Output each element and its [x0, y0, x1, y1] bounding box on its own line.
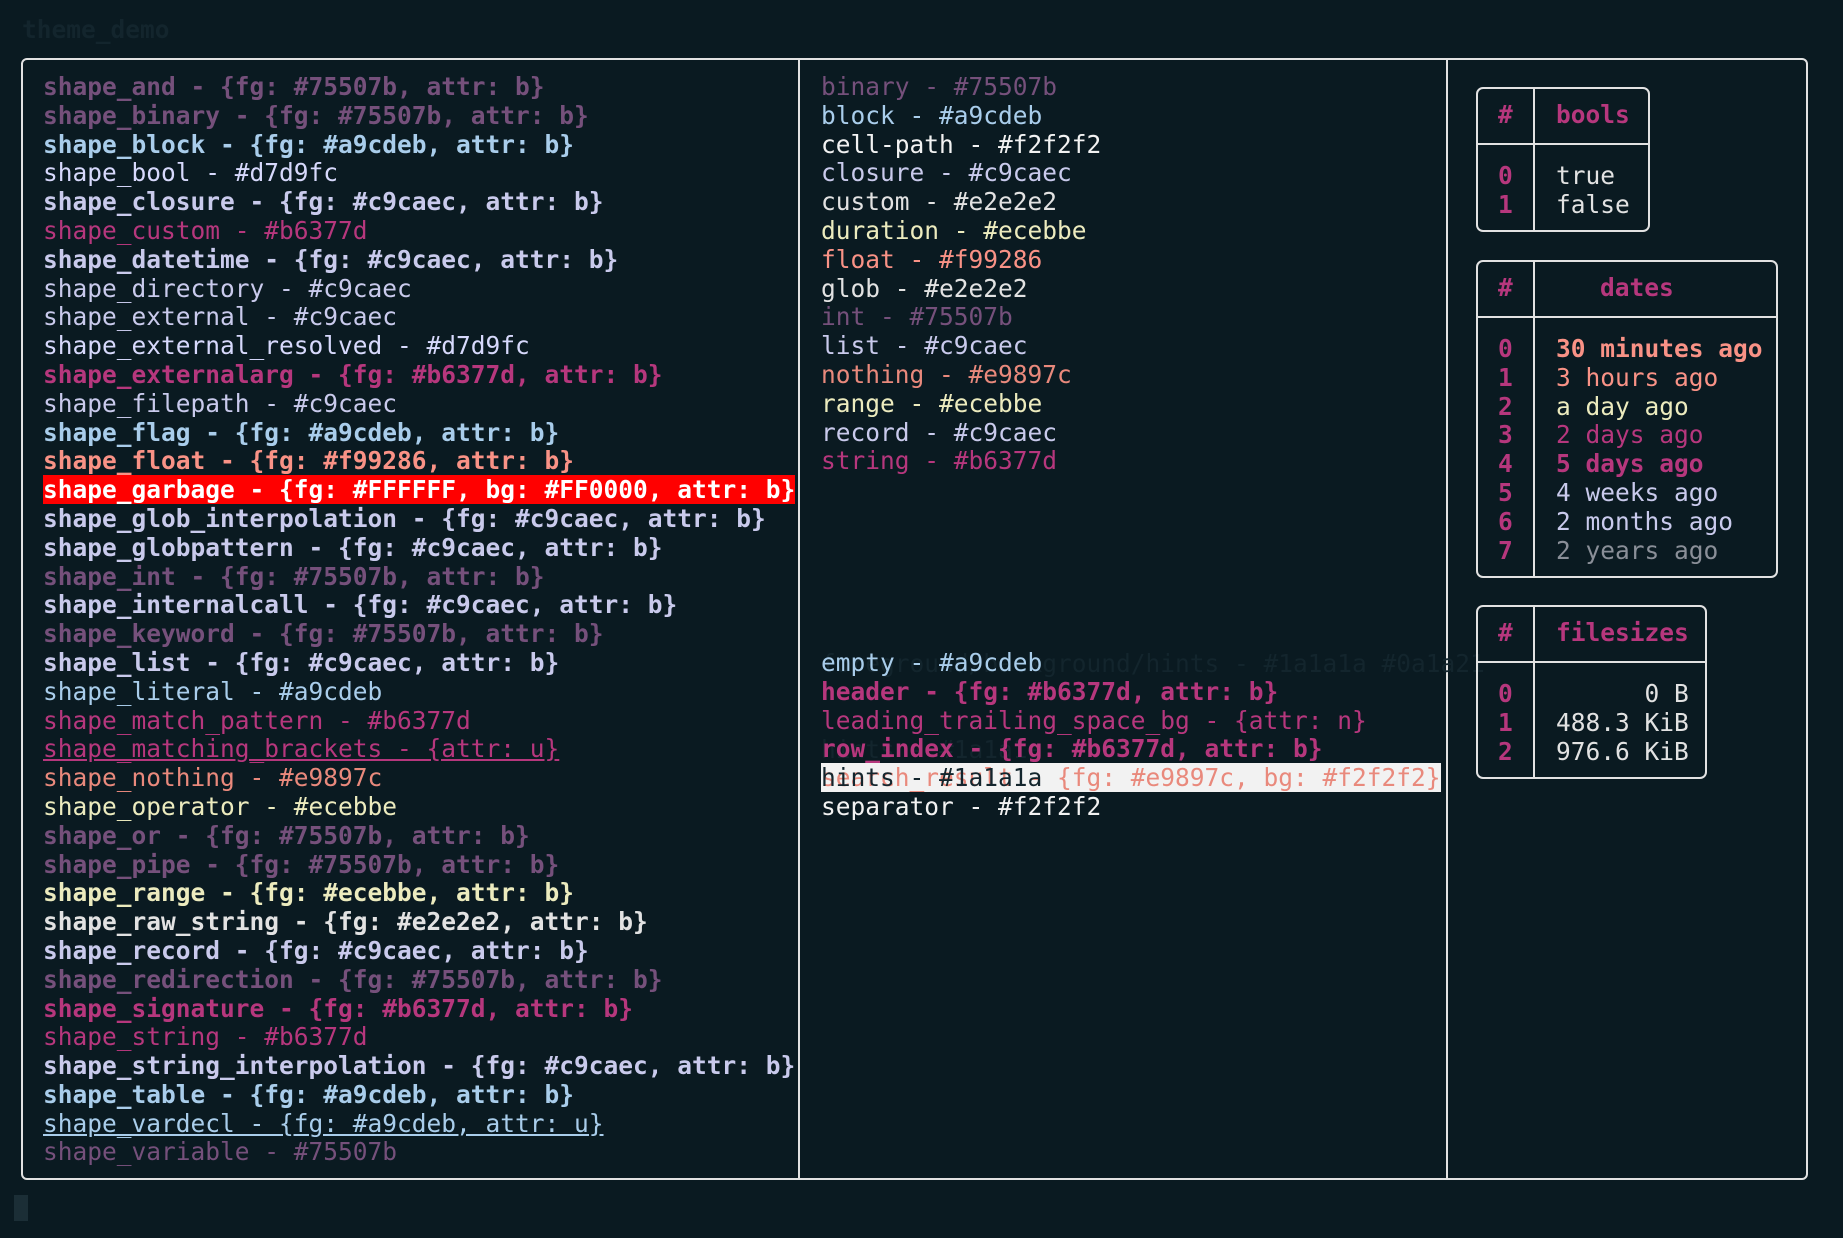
type-style-list: binary - #75507b block - #a9cdeb cell-path…: [821, 72, 1102, 476]
row-index: 7: [1498, 535, 1513, 565]
cell-value: 30 minutes ago: [1556, 334, 1763, 363]
row-index: 3: [1498, 420, 1513, 450]
hidden-hints-line: hints - #1a1a1a: [821, 762, 1043, 792]
shape-style-entry: shape_closure - {fg: #c9caec, attr: b}: [43, 187, 604, 217]
ui-style-entry: empty - #a9cdeb: [821, 648, 1043, 677]
shape-style-entry: shape_vardecl - {fg: #a9cdeb, attr: u}: [43, 1108, 604, 1138]
terminal-cursor: [14, 1195, 28, 1221]
row-index: 2: [1498, 736, 1513, 766]
shape-style-entry: shape_list - {fg: #c9caec, attr: b}: [43, 647, 560, 677]
shape-style-entry: shape_match_pattern - #b6377d: [43, 705, 471, 735]
shape-style-entry: shape_directory - #c9caec: [43, 273, 412, 303]
type-style-entry: list - #c9caec: [821, 331, 1028, 361]
shape-style-entry: shape_string_interpolation - {fg: #c9cae…: [43, 1051, 796, 1081]
type-style-entry: range - #ecebbe: [821, 388, 1043, 418]
index-header: #: [1498, 273, 1513, 302]
filesizes-header: filesizes: [1556, 618, 1689, 647]
shape-style-entry: shape_operator - #ecebbe: [43, 791, 398, 821]
row-index: 1: [1498, 190, 1513, 219]
cell-value: 2 days ago: [1556, 420, 1704, 450]
shape-style-entry: shape_float - {fg: #f99286, attr: b}: [43, 446, 575, 476]
shape-style-entry: shape_range - {fg: #ecebbe, attr: b}: [43, 878, 575, 908]
cell-value: a day ago: [1556, 391, 1689, 421]
shape-style-entry: shape_externalarg - {fg: #b6377d, attr: …: [43, 359, 663, 389]
row-index: 0: [1498, 679, 1513, 708]
cell-value: false: [1556, 190, 1630, 219]
shape-style-entry: shape_int - {fg: #75507b, attr: b}: [43, 561, 545, 591]
shape-style-entry: shape_external - #c9caec: [43, 302, 398, 332]
row-index: 2: [1498, 391, 1513, 421]
dates-header: dates: [1600, 273, 1674, 302]
shape-style-entry: shape_signature - {fg: #b6377d, attr: b}: [43, 993, 634, 1023]
index-header: #: [1498, 100, 1513, 129]
type-style-entry: closure - #c9caec: [821, 158, 1072, 188]
row-index: 0: [1498, 161, 1513, 190]
shape-style-entry: shape_or - {fg: #75507b, attr: b}: [43, 820, 530, 850]
shape-style-entry: shape_bool - #d7d9fc: [43, 158, 339, 188]
shape-style-entry: shape_nothing - #e9897c: [43, 763, 383, 793]
type-style-entry: record - #c9caec: [821, 417, 1058, 447]
shape-style-entry: shape_keyword - {fg: #75507b, attr: b}: [43, 619, 604, 649]
cell-value: 0 B: [1556, 679, 1689, 708]
type-style-entry: duration - #ecebbe: [821, 215, 1087, 245]
type-style-entry: int - #75507b: [821, 302, 1013, 332]
row-index: 5: [1498, 478, 1513, 507]
bools-table: # bools 0 true 1 false: [1476, 87, 1650, 232]
shape-style-entry: shape_glob_interpolation - {fg: #c9caec,…: [43, 503, 766, 533]
cell-value: 5 days ago: [1556, 449, 1704, 479]
type-style-entry: float - #f99286: [821, 244, 1043, 274]
cell-value: 3 hours ago: [1556, 362, 1719, 392]
row-index: 4: [1498, 449, 1513, 479]
dates-table: # dates 0 30 minutes ago 1 3 hours ago 2 a da…: [1476, 260, 1778, 578]
shape-style-entry: shape_raw_string - {fg: #e2e2e2, attr: b…: [43, 907, 648, 937]
row-index: 0: [1498, 334, 1513, 363]
type-style-entry: cell-path - #f2f2f2: [821, 129, 1102, 159]
index-header: #: [1498, 618, 1513, 647]
type-style-entry: custom - #e2e2e2: [821, 187, 1058, 217]
type-style-entry: block - #a9cdeb: [821, 100, 1043, 130]
type-style-entry: string - #b6377d: [821, 446, 1058, 476]
shape-style-entry: shape_record - {fg: #c9caec, attr: b}: [43, 935, 589, 965]
row-index: 6: [1498, 506, 1513, 536]
ui-style-entry: header - {fg: #b6377d, attr: b}: [821, 676, 1279, 706]
shape-style-entry: shape_redirection - {fg: #75507b, attr: …: [43, 964, 663, 994]
cell-value: 4 weeks ago: [1556, 478, 1719, 507]
filesizes-table: # filesizes 0 0 B 1 488.3 KiB 2 976.6 KiB: [1476, 605, 1707, 779]
type-style-entry: nothing - #e9897c: [821, 359, 1072, 389]
cell-value: 2 years ago: [1556, 535, 1719, 565]
column-divider-1: [798, 58, 800, 1180]
cell-value: 2 months ago: [1556, 506, 1734, 536]
shape-style-entry: shape_and - {fg: #75507b, attr: b}: [43, 72, 545, 101]
shape-style-entry: shape_matching_brackets - {attr: u}: [43, 734, 560, 764]
shape-style-entry: shape_custom - #b6377d: [43, 215, 368, 245]
shape-style-entry: shape_literal - #a9cdeb: [43, 676, 383, 706]
cell-value: 976.6 KiB: [1556, 736, 1689, 766]
shape-style-entry: shape_internalcall - {fg: #c9caec, attr:…: [43, 590, 678, 620]
shape-style-entry: shape_flag - {fg: #a9cdeb, attr: b}: [43, 417, 560, 447]
shape-style-entry: shape_block - {fg: #a9cdeb, attr: b}: [43, 129, 575, 159]
shape-style-entry: shape_variable - #75507b: [43, 1137, 398, 1167]
bools-header: bools: [1556, 100, 1630, 129]
shape-style-entry: shape_external_resolved - #d7d9fc: [43, 331, 530, 361]
shape-style-entry: shape_datetime - {fg: #c9caec, attr: b}: [43, 244, 619, 274]
row-index: 1: [1498, 362, 1513, 392]
shape-style-entry: shape_table - {fg: #a9cdeb, attr: b}: [43, 1079, 575, 1109]
shape-style-list: shape_and - {fg: #75507b, attr: b} shape_…: [43, 72, 796, 1167]
cell-value: true: [1556, 161, 1616, 190]
type-style-entry: binary - #75507b: [821, 72, 1058, 101]
shape-style-entry: shape_globpattern - {fg: #c9caec, attr: …: [43, 532, 663, 562]
type-style-entry: glob - #e2e2e2: [821, 273, 1028, 303]
shape-style-entry: shape_string - #b6377d: [43, 1022, 368, 1052]
shape-style-entry: shape_binary - {fg: #75507b, attr: b}: [43, 100, 589, 130]
window-title: theme_demo: [22, 15, 170, 44]
cell-value: 488.3 KiB: [1556, 707, 1689, 737]
row-index: 1: [1498, 707, 1513, 737]
shape-style-entry: shape_pipe - {fg: #75507b, attr: b}: [43, 849, 560, 879]
shape-style-entry: shape_filepath - #c9caec: [43, 388, 398, 418]
shape-style-entry: shape_garbage - {fg: #FFFFFF, bg: #FF000…: [43, 475, 796, 505]
